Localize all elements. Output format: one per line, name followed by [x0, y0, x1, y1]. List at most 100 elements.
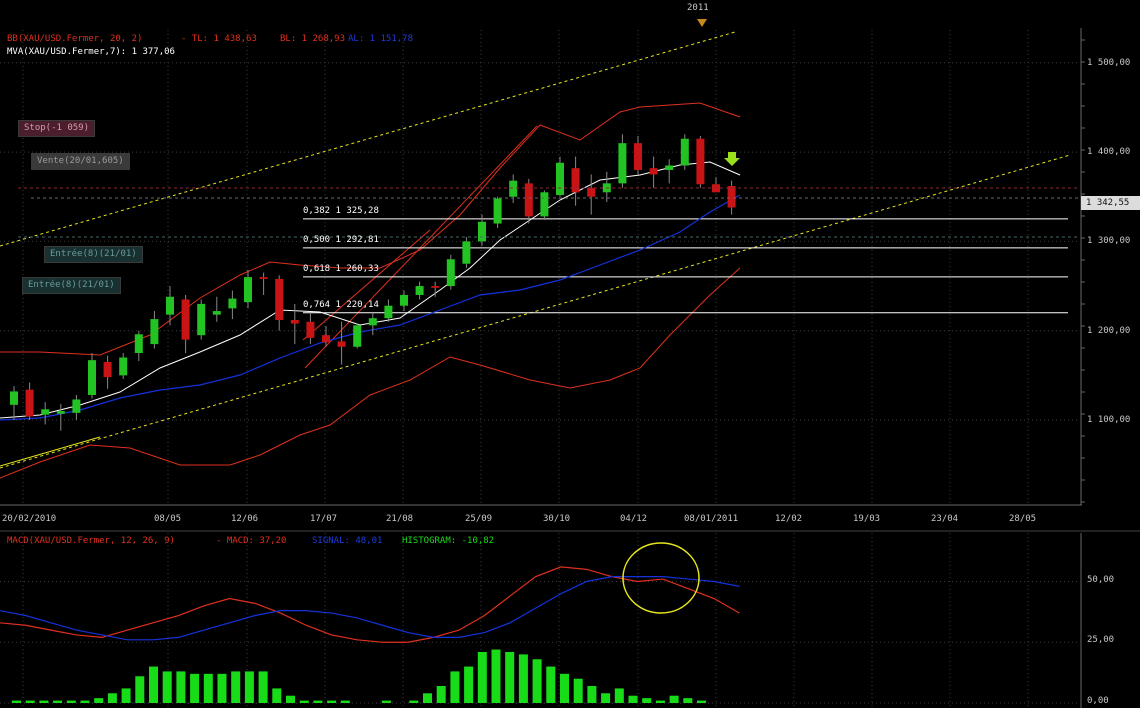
chart-canvas[interactable]: [0, 0, 1140, 708]
time-label: 30/10: [543, 514, 571, 524]
candle-body: [368, 318, 377, 326]
candle-body: [290, 319, 299, 324]
histogram-bar: [642, 698, 652, 703]
histogram-bar: [231, 671, 241, 703]
time-label: 04/12: [620, 514, 648, 524]
time-label: 12/06: [231, 514, 259, 524]
fib-label-0382: 0,382 1 325,28: [303, 206, 379, 216]
year-marker-icon[interactable]: [697, 19, 707, 27]
candle-body: [571, 168, 580, 193]
candle-body: [353, 325, 362, 347]
candle-body: [72, 399, 81, 413]
candle-body: [727, 186, 736, 208]
macd-value: - MACD: 37,20: [216, 536, 287, 546]
candle-body: [181, 299, 190, 340]
candle-body: [415, 286, 424, 295]
histogram-value: HISTOGRAM: -10,82: [402, 536, 495, 546]
candle-body: [462, 241, 471, 264]
histogram-bar: [546, 666, 556, 703]
candle-body: [228, 298, 237, 309]
histogram-bar: [587, 685, 597, 703]
trend-lines[interactable]: [0, 31, 1071, 469]
histogram-bar: [477, 651, 487, 703]
histogram-bar: [244, 671, 254, 703]
candle-body: [56, 411, 65, 414]
trendline-lower: [0, 154, 1071, 469]
fib-label-0618: 0,618 1 260,33: [303, 264, 379, 274]
candle-body: [696, 138, 705, 185]
histogram-bar: [381, 700, 391, 703]
bb-indicator-name: BB(XAU/USD.Fermer, 20, 2): [7, 34, 143, 44]
histogram-bar: [286, 695, 295, 703]
histogram-bar: [436, 685, 446, 703]
histogram-bar: [423, 693, 432, 703]
sell-signal-arrow-icon: [724, 152, 740, 166]
candle-body: [634, 143, 642, 170]
histogram-bar: [327, 700, 337, 703]
candle-body: [509, 180, 518, 197]
price-tick-1300: 1 300,00: [1087, 236, 1131, 246]
candle-body: [587, 187, 596, 197]
histogram-bar: [669, 695, 679, 703]
bb-al-value: AL: 1 151,78: [348, 34, 414, 44]
histogram-bar: [162, 671, 172, 703]
histogram-bar: [25, 700, 35, 703]
stop-order-button[interactable]: Stop(-1 059): [18, 120, 96, 137]
candle-body: [41, 409, 50, 415]
histogram-bar: [149, 666, 158, 703]
candle-body: [134, 334, 143, 354]
time-label: 20/02/2010: [2, 514, 57, 524]
histogram-bar: [518, 654, 528, 703]
macd-tick-50: 50,00: [1087, 575, 1115, 585]
histogram-bar: [272, 688, 282, 703]
histogram-bar: [217, 673, 227, 703]
candle-body: [649, 168, 658, 175]
trendline-solid: [0, 436, 101, 467]
time-label: 28/05: [1009, 514, 1037, 524]
candle-body: [618, 143, 627, 184]
candle-body: [244, 277, 252, 303]
histogram-bar: [464, 666, 474, 703]
entry-order-button-2[interactable]: Entrée(8)(21/01): [22, 277, 121, 294]
histogram-bar: [299, 700, 309, 703]
price-tick-1400: 1 400,00: [1087, 147, 1131, 157]
fibonacci-levels[interactable]: [303, 218, 1068, 314]
sell-order-button[interactable]: Vente(20/01,605): [31, 153, 130, 170]
time-label: 23/04: [931, 514, 959, 524]
histogram-bar: [203, 673, 213, 703]
time-label: 08/01/2011: [684, 514, 739, 524]
candle-body: [197, 303, 206, 336]
histogram-bar: [121, 688, 131, 703]
histogram-bars: [12, 649, 706, 703]
candle-body: [166, 296, 174, 315]
candle-body: [119, 357, 128, 376]
time-label: 08/05: [154, 514, 182, 524]
candle-body: [493, 198, 502, 224]
histogram-bar: [190, 673, 200, 703]
histogram-bar: [66, 700, 76, 703]
histogram-bar: [313, 700, 323, 703]
candle-body: [306, 321, 315, 338]
panel-frame: [0, 28, 1140, 708]
histogram-bar: [450, 671, 460, 703]
crossover-highlight-circle: [622, 542, 700, 614]
histogram-bar: [39, 700, 49, 703]
histogram-bar: [53, 700, 63, 703]
histogram-bar: [80, 700, 90, 703]
candle-body: [103, 361, 112, 378]
macd-tick-25: 25,00: [1087, 635, 1115, 645]
histogram-bar: [683, 698, 693, 703]
time-label: 17/07: [310, 514, 338, 524]
candle-body: [259, 277, 268, 279]
price-tick-1100: 1 100,00: [1087, 415, 1131, 425]
signal-line: [0, 576, 740, 641]
mva-indicator-label: MVA(XAU/USD.Fermer,7): 1 377,06: [7, 47, 175, 57]
candle-body: [556, 162, 564, 195]
candle-body: [275, 278, 284, 320]
trading-chart-window: 2011 BB(XAU/USD.Fermer, 20, 2) - TL: 1 4…: [0, 0, 1140, 708]
candle-body: [337, 341, 346, 347]
macd-tick-0: 0,00: [1087, 696, 1109, 706]
candle-body: [400, 294, 408, 306]
bollinger-upper: [0, 102, 741, 356]
entry-order-button-1[interactable]: Entrée(8)(21/01): [44, 246, 143, 263]
